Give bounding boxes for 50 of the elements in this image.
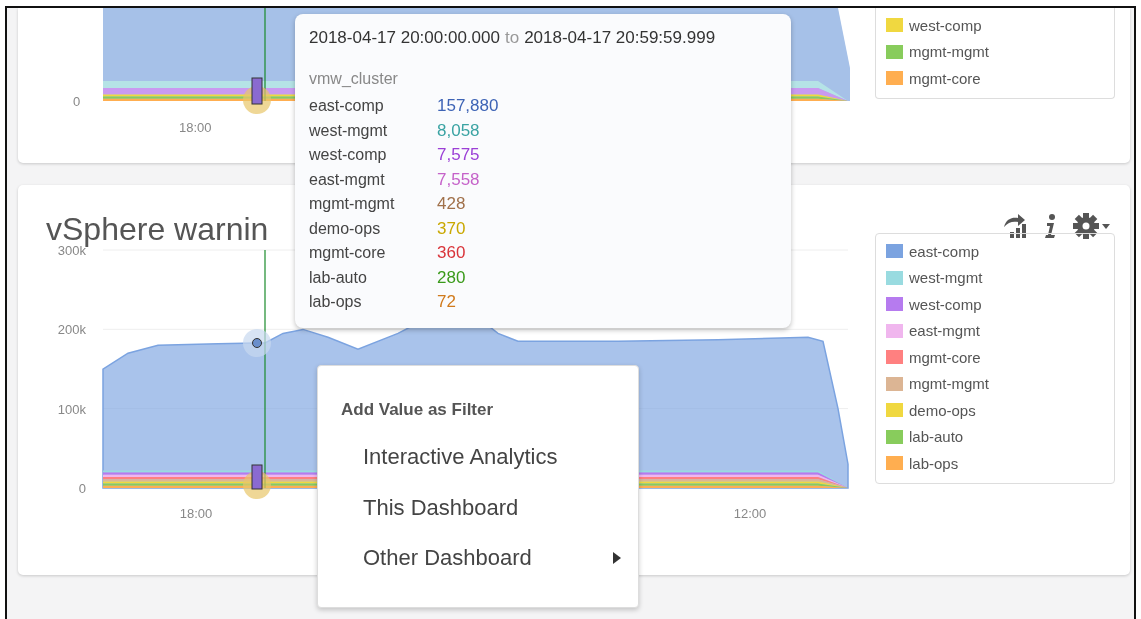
menu-header: Add Value as Filter bbox=[340, 400, 495, 420]
legend-label: lab-auto bbox=[909, 428, 964, 446]
y-axis-label: 0 bbox=[78, 480, 86, 496]
legend-label: west-mgmt bbox=[909, 269, 983, 287]
legend-label: mgmt-mgmt bbox=[909, 43, 989, 61]
series-name: west-comp bbox=[309, 146, 388, 165]
legend-label: mgmt-core bbox=[909, 69, 981, 87]
legend-label: mgmt-mgmt bbox=[909, 375, 989, 393]
series-value: 8,058 bbox=[437, 120, 480, 141]
y-axis-label: 200k bbox=[57, 322, 86, 338]
legend-label: east-mgmt bbox=[909, 322, 980, 340]
group-label: vmw_cluster bbox=[309, 70, 399, 89]
legend-label: west-comp bbox=[909, 295, 982, 313]
series-value: 428 bbox=[437, 194, 466, 215]
series-name: lab-ops bbox=[309, 293, 363, 312]
menu-item[interactable]: Interactive Analytics bbox=[318, 432, 638, 483]
series-name: east-mgmt bbox=[309, 170, 386, 189]
series-name: demo-ops bbox=[309, 219, 382, 238]
series-name: lab-auto bbox=[309, 268, 368, 287]
settings-icon[interactable] bbox=[1072, 212, 1112, 240]
legend-label: east-comp bbox=[909, 242, 980, 260]
menu-item[interactable]: This Dashboard bbox=[318, 482, 638, 533]
range-start: 2018-04-17 20:00:00.000 bbox=[309, 28, 500, 48]
x-axis-label: 18:00 bbox=[179, 120, 212, 135]
series-value: 72 bbox=[437, 292, 456, 313]
info-icon[interactable] bbox=[1044, 213, 1058, 239]
series-value: 7,575 bbox=[437, 145, 480, 166]
series-name: mgmt-core bbox=[309, 244, 387, 263]
data-point-marker bbox=[243, 329, 271, 357]
menu-item[interactable]: Other Dashboard bbox=[318, 533, 638, 584]
series-value: 7,558 bbox=[437, 169, 480, 190]
y-axis-label: 100k bbox=[57, 401, 86, 417]
series-value: 370 bbox=[437, 218, 466, 239]
legend-label: lab-ops bbox=[909, 454, 959, 472]
range-joiner: to bbox=[504, 28, 520, 48]
legend-label: west-comp bbox=[909, 16, 982, 34]
series-value: 360 bbox=[437, 243, 466, 264]
series-name: mgmt-mgmt bbox=[309, 195, 396, 214]
series-value: 280 bbox=[437, 267, 466, 288]
x-axis-label: 18:00 bbox=[179, 506, 213, 521]
series-name: west-mgmt bbox=[309, 121, 389, 140]
data-point-marker bbox=[243, 464, 271, 499]
series-name: east-comp bbox=[309, 97, 385, 116]
legend-label: mgmt-core bbox=[909, 348, 981, 366]
data-point-marker bbox=[243, 77, 271, 114]
legend-label: demo-ops bbox=[909, 401, 976, 419]
range-end: 2018-04-17 20:59:59.999 bbox=[524, 28, 716, 48]
y-axis-label: 0 bbox=[73, 94, 81, 109]
series-value: 157,880 bbox=[437, 96, 499, 117]
x-axis-label: 12:00 bbox=[733, 506, 767, 521]
